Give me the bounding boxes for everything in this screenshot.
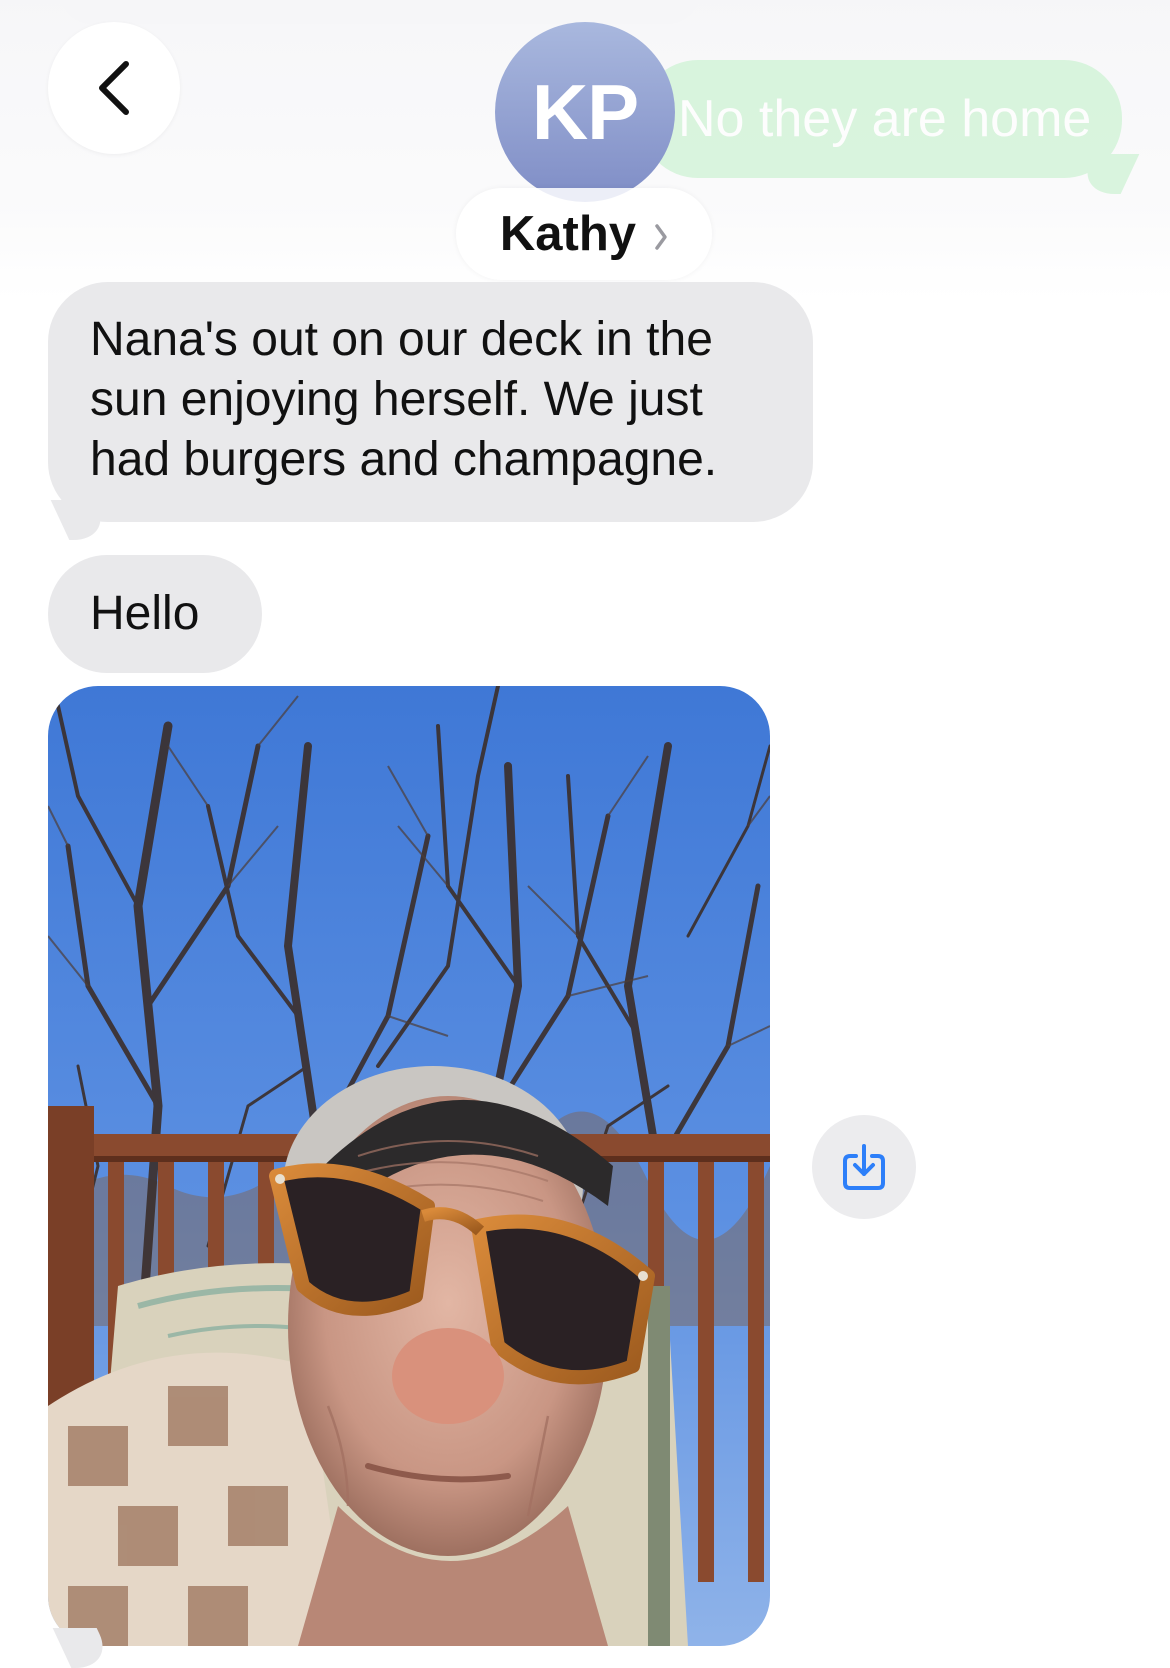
chevron-right-icon xyxy=(655,224,667,250)
messages-screen: No they are home KP Kathy Nana's out on … xyxy=(0,0,1170,1668)
sent-message-text: No they are home xyxy=(678,90,1092,148)
back-button[interactable] xyxy=(48,22,180,154)
save-to-photos-icon xyxy=(843,1144,885,1190)
contact-avatar[interactable]: KP xyxy=(495,22,675,202)
received-message-bubble[interactable]: Hello xyxy=(48,555,262,673)
received-message-text: Nana's out on our deck in the sun enjoyi… xyxy=(90,313,718,486)
photo-image xyxy=(48,686,770,1646)
photo-message[interactable] xyxy=(48,686,770,1646)
received-bubble-tail xyxy=(50,500,114,540)
contact-name: Kathy xyxy=(499,207,637,261)
chevron-left-icon xyxy=(99,61,129,115)
received-message-bubble[interactable]: Nana's out on our deck in the sun enjoyi… xyxy=(48,282,813,540)
contact-name-button[interactable]: Kathy xyxy=(456,188,712,280)
save-photo-button[interactable] xyxy=(812,1115,916,1219)
received-message-text: Hello xyxy=(90,587,200,640)
avatar-initials: KP xyxy=(531,67,639,156)
sent-message-bubble[interactable]: No they are home xyxy=(640,60,1140,194)
